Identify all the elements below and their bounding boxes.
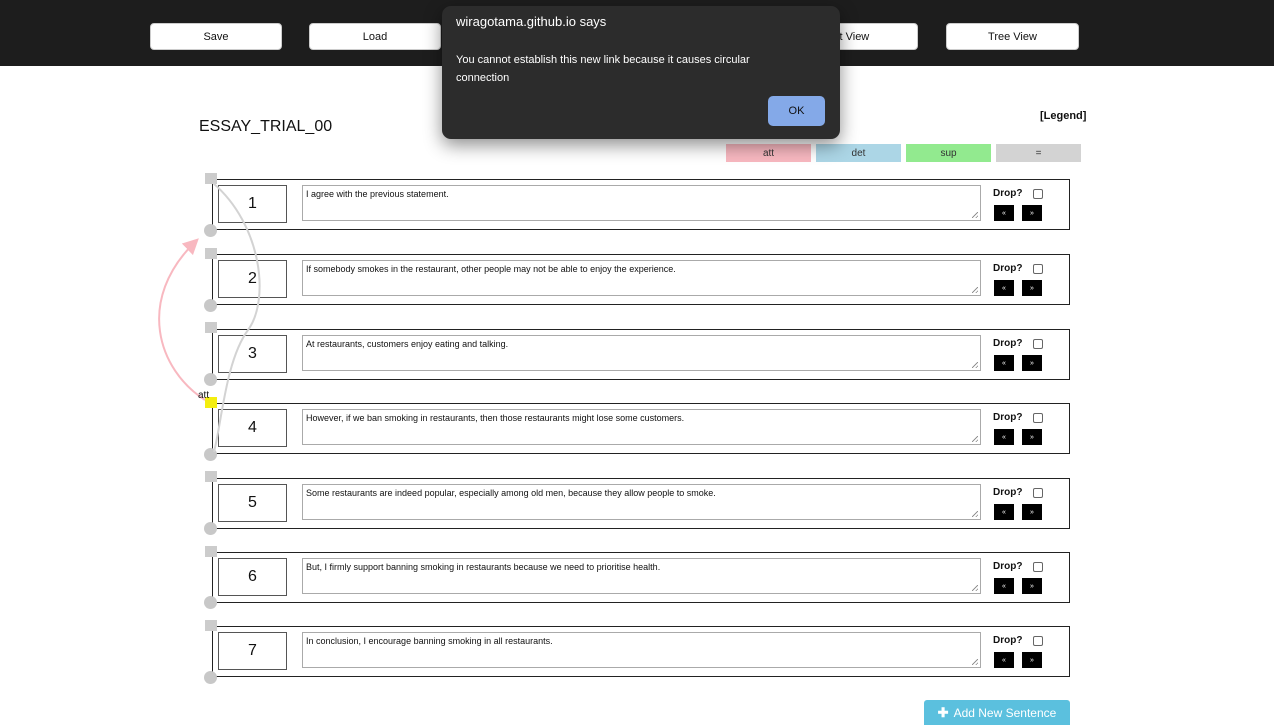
link-equal (212, 182, 261, 453)
add-sentence-label: Add New Sentence (953, 705, 1057, 720)
dialog-ok-button[interactable]: OK (768, 96, 825, 126)
link-label: att (198, 390, 210, 401)
link-att (158, 238, 206, 401)
dialog-message: You cannot establish this new link becau… (456, 54, 750, 84)
add-sentence-button[interactable]: ✚ Add New Sentence (924, 700, 1070, 725)
plus-icon: ✚ (937, 704, 949, 720)
dialog-title: wiragotama.github.io says (456, 14, 607, 29)
alert-dialog: wiragotama.github.io says You cannot est… (442, 6, 840, 139)
